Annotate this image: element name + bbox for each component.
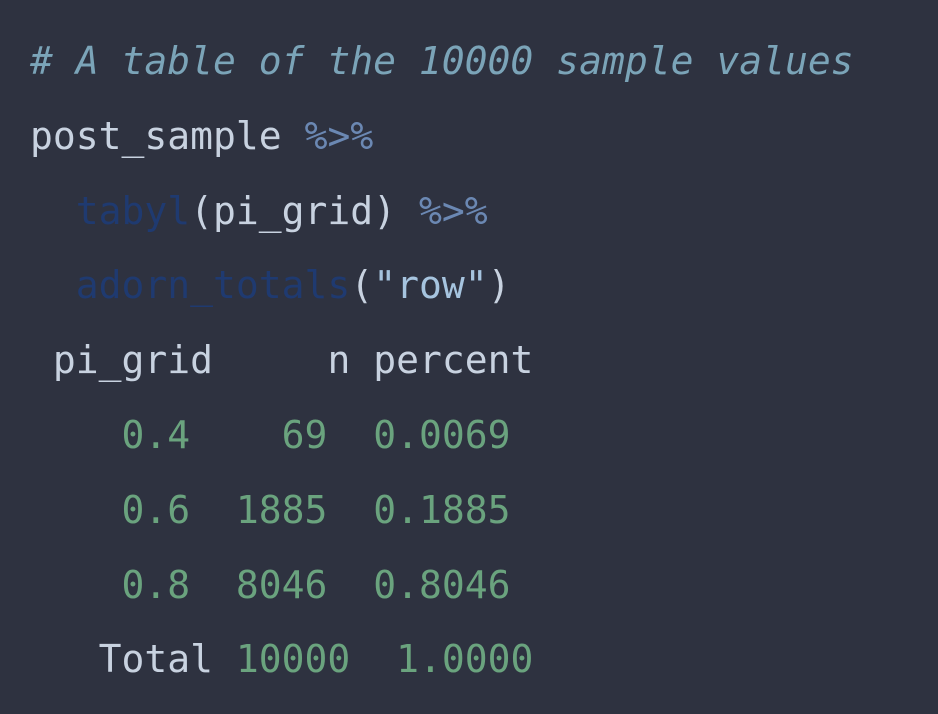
output-table-row: 0.8 8046 0.8046 — [30, 548, 854, 623]
function-args: (pi_grid) — [190, 188, 397, 233]
paren-open: ( — [350, 263, 374, 308]
code-comment: # A table of the 10000 sample values — [30, 39, 854, 83]
pipe-operator: %>% — [304, 113, 374, 158]
cell-pi-grid: 0.8 — [121, 562, 191, 607]
cell-pi-grid: 0.6 — [121, 487, 191, 532]
code-line-1: post_sample %>% — [30, 99, 854, 174]
cell-percent: 1.0000 — [396, 637, 534, 682]
output-total-row: Total 10000 1.0000 — [30, 622, 854, 697]
column-header-pi-grid: pi_grid — [52, 338, 214, 383]
pipe-operator: %>% — [418, 188, 488, 233]
function-name: adorn_totals — [75, 263, 351, 308]
string-arg: "row" — [373, 263, 488, 308]
cell-n: 1885 — [235, 487, 328, 532]
output-table-row: 0.6 1885 0.1885 — [30, 473, 854, 548]
code-line-3: adorn_totals("row") — [30, 248, 854, 323]
cell-n: 10000 — [235, 637, 351, 682]
code-output-view: { "code": { "comment": "# A table of the… — [0, 0, 938, 714]
cell-n: 8046 — [235, 562, 328, 607]
cell-n: 69 — [281, 412, 328, 457]
paren-close: ) — [487, 263, 511, 308]
cell-total-label: Total — [98, 637, 214, 682]
cell-percent: 0.0069 — [373, 412, 511, 457]
column-header-n: n — [327, 338, 351, 383]
cell-pi-grid: 0.4 — [121, 412, 191, 457]
cell-percent: 0.1885 — [373, 487, 511, 532]
function-name: tabyl — [75, 188, 191, 233]
output-header-row: pi_grid n percent — [30, 323, 854, 398]
output-table-row: 0.4 69 0.0069 — [30, 398, 854, 473]
object-name: post_sample — [30, 113, 282, 158]
cell-percent: 0.8046 — [373, 562, 511, 607]
column-header-percent: percent — [373, 338, 534, 383]
code-block: # A table of the 10000 sample values pos… — [30, 24, 854, 697]
code-line-2: tabyl(pi_grid) %>% — [30, 174, 854, 249]
